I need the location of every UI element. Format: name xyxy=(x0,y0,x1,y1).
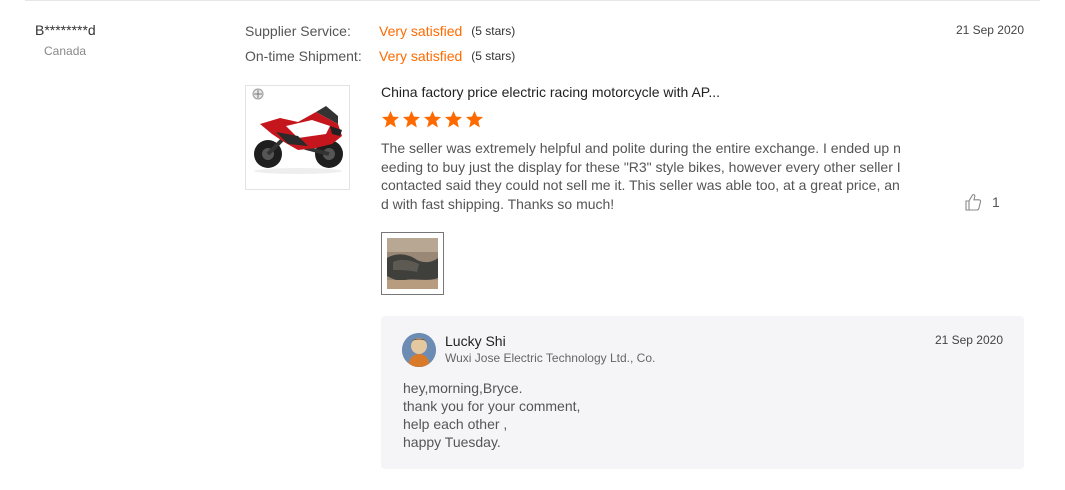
like-count: 1 xyxy=(992,194,1000,210)
avatar xyxy=(402,333,436,367)
product-title-link[interactable]: China factory price electric racing moto… xyxy=(381,84,720,100)
replier-company: Wuxi Jose Electric Technology Ltd., Co. xyxy=(445,351,656,365)
reply-line: thank you for your comment, xyxy=(403,398,581,414)
star-icon xyxy=(402,110,421,128)
reply-line: help each other , xyxy=(403,416,508,432)
top-divider xyxy=(25,0,1040,1)
review-photo-image xyxy=(387,238,438,289)
reply-date: 21 Sep 2020 xyxy=(934,333,1003,347)
rating-value: Very satisfied xyxy=(379,48,463,64)
reply-line: hey,morning,Bryce. xyxy=(403,380,523,396)
rating-stars-text: (5 stars) xyxy=(471,24,516,38)
star-icon xyxy=(423,110,442,128)
rating-label: On-time Shipment: xyxy=(245,48,362,64)
on-time-shipment-rating: On-time Shipment: Very satisfied (5 star… xyxy=(245,46,515,66)
thumbs-up-icon xyxy=(965,194,982,211)
rating-label: Supplier Service: xyxy=(245,23,351,39)
reply-line: happy Tuesday. xyxy=(403,434,501,450)
star-icon xyxy=(465,110,484,128)
review-text: The seller was extremely helpful and pol… xyxy=(381,140,901,212)
like-button[interactable]: 1 xyxy=(964,193,1000,211)
rating-stars-text: (5 stars) xyxy=(471,49,516,63)
motorcycle-image xyxy=(252,88,343,174)
review-star-rating xyxy=(381,110,484,129)
supplier-service-rating: Supplier Service: Very satisfied (5 star… xyxy=(245,21,515,41)
buyer-name: B********d xyxy=(35,22,96,38)
star-icon xyxy=(381,110,400,128)
buyer-country: Canada xyxy=(44,44,87,58)
reply-text: hey,morning,Bryce. thank you for your co… xyxy=(403,379,580,451)
avatar-image xyxy=(402,333,436,367)
star-icon xyxy=(444,110,463,128)
replier-name: Lucky Shi xyxy=(445,333,506,349)
review-date: 21 Sep 2020 xyxy=(955,23,1024,37)
review-photo-thumbnail[interactable] xyxy=(381,232,444,295)
product-thumbnail[interactable] xyxy=(245,85,350,190)
rating-value: Very satisfied xyxy=(379,23,463,39)
supplier-reply: Lucky Shi Wuxi Jose Electric Technology … xyxy=(381,316,1024,469)
